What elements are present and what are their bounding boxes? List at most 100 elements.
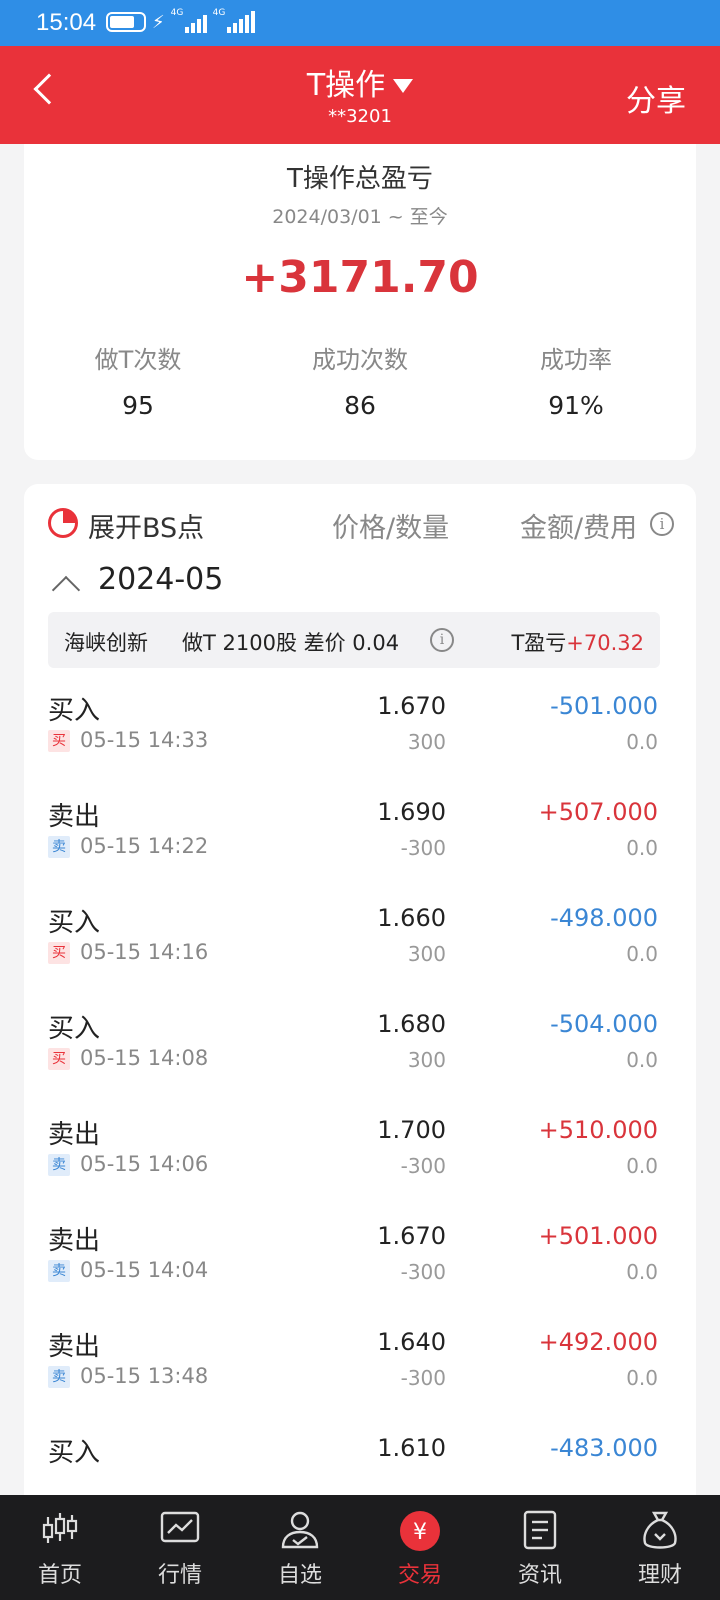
pie-chart-icon[interactable]: [48, 508, 78, 538]
nav-label: 交易: [397, 1563, 442, 1588]
nav-item-market[interactable]: 行情: [120, 1495, 240, 1600]
stock-t-profit: T盈亏+70.32: [511, 627, 644, 657]
trade-price: 1.690: [377, 798, 446, 826]
nav-label: 资讯: [517, 1563, 562, 1588]
trade-amount: -501.000: [550, 692, 658, 720]
share-button[interactable]: 分享: [626, 76, 686, 120]
trade-time: 05-15 14:04: [80, 1258, 209, 1282]
trade-side: 卖出: [48, 1332, 101, 1362]
trade-row[interactable]: 买入买 05-15 14:33 1.670 300 -501.000 0.0: [24, 690, 696, 796]
trade-row[interactable]: 卖出卖 05-15 14:22 1.690 -300 +507.000 0.0: [24, 796, 696, 902]
bottom-nav: 首页 行情 自选 ¥ 交易 资讯 理财: [0, 1495, 720, 1600]
trade-amount: +507.000: [538, 798, 658, 826]
trade-amount: +492.000: [538, 1328, 658, 1356]
trade-row[interactable]: 卖出卖 05-15 14:04 1.670 -300 +501.000 0.0: [24, 1220, 696, 1326]
document-icon: [523, 1510, 557, 1550]
charging-icon: ⚡: [152, 11, 165, 33]
money-bag-icon: [643, 1511, 677, 1549]
dropdown-caret-icon[interactable]: [393, 79, 414, 93]
nav-item-trade[interactable]: ¥ 交易: [360, 1495, 480, 1600]
trade-price: 1.660: [377, 904, 446, 932]
nav-item-home[interactable]: 首页: [0, 1495, 120, 1600]
trade-row[interactable]: 卖出卖 05-15 13:48 1.640 -300 +492.000 0.0: [24, 1326, 696, 1432]
trade-side: 买入: [48, 696, 101, 726]
buy-badge: 买: [48, 730, 70, 752]
stock-t-description: 做T 2100股 差价 0.04: [182, 631, 400, 655]
trade-quantity: -300: [400, 836, 446, 860]
stat-label: 成功率: [540, 346, 612, 374]
nav-item-news[interactable]: 资讯: [480, 1495, 600, 1600]
nav-item-wealth[interactable]: 理财: [600, 1495, 720, 1600]
status-icons: ⚡ 4G 4G: [106, 8, 255, 33]
nav-label: 首页: [37, 1563, 82, 1588]
trade-side: 卖出: [48, 1120, 101, 1150]
trade-price: 1.670: [377, 1222, 446, 1250]
buy-badge: 买: [48, 1048, 70, 1070]
column-header-amount-fee: 金额/费用: [520, 513, 638, 544]
sell-badge: 卖: [48, 1366, 70, 1388]
trade-quantity: 300: [407, 730, 446, 754]
signal-icon: 4G: [170, 8, 207, 33]
candlestick-icon: [42, 1513, 78, 1543]
signal-icon: 4G: [213, 8, 255, 33]
account-number: **3201: [328, 106, 392, 127]
stat-label: 做T次数: [94, 346, 182, 374]
sell-badge: 卖: [48, 1154, 70, 1176]
trade-side: 买入: [48, 1014, 101, 1044]
trade-side: 买入: [48, 1438, 101, 1468]
summary-card: T操作总盈亏 2024/03/01 ~ 至今 +3171.70 做T次数 95 …: [24, 144, 696, 460]
trade-quantity: 300: [407, 1048, 446, 1072]
sell-badge: 卖: [48, 836, 70, 858]
month-group-header[interactable]: 2024-05: [98, 562, 223, 597]
stat-label: 成功次数: [312, 346, 408, 374]
trade-quantity: -300: [400, 1260, 446, 1284]
trade-row[interactable]: 买入买 05-15 14:08 1.680 300 -504.000 0.0: [24, 1008, 696, 1114]
trade-amount: +510.000: [538, 1116, 658, 1144]
stat-success-rate: 成功率 91%: [464, 340, 688, 420]
trade-detail-card: 展开BS点 价格/数量 金额/费用 i 2024-05 海峡创新 做T 2100…: [24, 484, 696, 1500]
t-profit-value: +70.32: [566, 631, 644, 655]
trade-amount: -498.000: [550, 904, 658, 932]
network-label: 4G: [170, 8, 184, 18]
app-header: T操作 **3201 分享: [0, 46, 720, 144]
trade-price: 1.610: [377, 1434, 446, 1462]
summary-title: T操作总盈亏: [287, 164, 433, 194]
trade-fee: 0.0: [626, 1154, 658, 1178]
page-title[interactable]: T操作: [0, 60, 720, 104]
stat-t-count: 做T次数 95: [26, 340, 250, 420]
t-profit-label: T盈亏: [511, 631, 567, 655]
sell-badge: 卖: [48, 1260, 70, 1282]
nav-label: 理财: [637, 1563, 682, 1588]
info-icon[interactable]: i: [430, 628, 454, 652]
trade-row[interactable]: 卖出卖 05-15 14:06 1.700 -300 +510.000 0.0: [24, 1114, 696, 1220]
page-title-text: T操作: [306, 68, 386, 103]
chart-icon: [160, 1511, 200, 1543]
person-check-icon: [281, 1511, 319, 1549]
expand-bs-points-button[interactable]: 展开BS点: [88, 506, 204, 545]
trade-fee: 0.0: [626, 730, 658, 754]
trade-amount: +501.000: [538, 1222, 658, 1250]
trade-quantity: 300: [407, 942, 446, 966]
trade-price: 1.640: [377, 1328, 446, 1356]
trade-fee: 0.0: [626, 1260, 658, 1284]
trade-fee: 0.0: [626, 1366, 658, 1390]
trade-price: 1.670: [377, 692, 446, 720]
stock-summary-bar: 海峡创新 做T 2100股 差价 0.04 i T盈亏+70.32: [48, 612, 660, 668]
battery-icon: [106, 12, 146, 32]
nav-item-watchlist[interactable]: 自选: [240, 1495, 360, 1600]
stat-value: 86: [344, 391, 376, 420]
trade-fee: 0.0: [626, 1048, 658, 1072]
trade-time: 05-15 14:33: [80, 728, 209, 752]
info-icon[interactable]: i: [650, 512, 674, 536]
trade-quantity: -300: [400, 1154, 446, 1178]
trade-quantity: -300: [400, 1366, 446, 1390]
stock-name: 海峡创新: [64, 631, 148, 655]
trade-side: 卖出: [48, 802, 101, 832]
trade-time: 05-15 14:16: [80, 940, 209, 964]
collapse-chevron-icon[interactable]: [51, 575, 81, 605]
date-range: 2024/03/01 ~ 至今: [272, 206, 448, 228]
trade-fee: 0.0: [626, 942, 658, 966]
trade-row[interactable]: 买入买 05-15 14:16 1.660 300 -498.000 0.0: [24, 902, 696, 1008]
trade-time: 05-15 14:06: [80, 1152, 209, 1176]
trade-time: 05-15 14:08: [80, 1046, 209, 1070]
